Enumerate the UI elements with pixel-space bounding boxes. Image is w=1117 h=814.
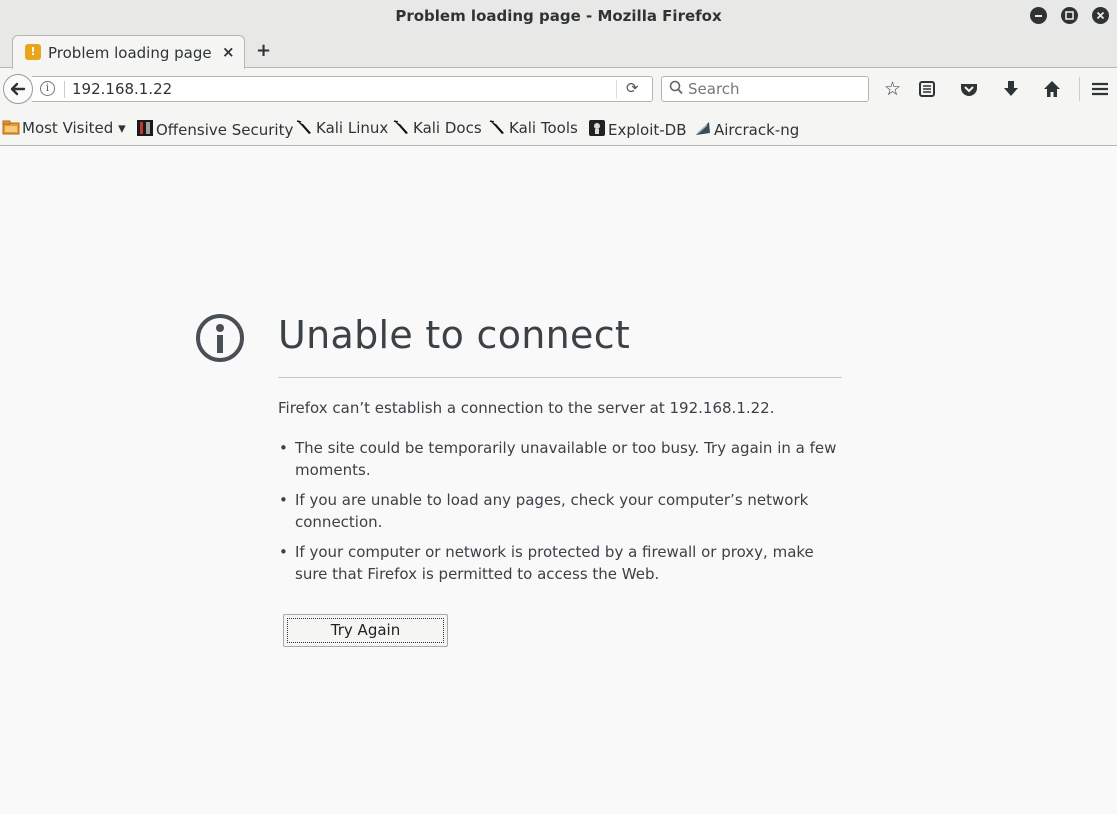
bookmark-exploit-db[interactable]: Exploit-DB bbox=[588, 119, 687, 141]
search-placeholder: Search bbox=[688, 80, 740, 98]
try-again-label: Try Again bbox=[287, 618, 444, 643]
tab-title: Problem loading page bbox=[48, 44, 212, 62]
bookmarks-toolbar: Most Visited ▾ Offensive Security Kali L… bbox=[0, 109, 1117, 146]
site-info-icon[interactable]: i bbox=[40, 81, 55, 96]
folder-icon bbox=[2, 119, 20, 139]
bookmark-star-icon[interactable]: ☆ bbox=[884, 77, 901, 101]
back-arrow-icon bbox=[10, 82, 26, 96]
window-titlebar: Problem loading page - Mozilla Firefox bbox=[0, 0, 1117, 32]
close-window-icon[interactable] bbox=[1092, 7, 1109, 24]
search-input[interactable]: Search bbox=[661, 76, 869, 102]
title-divider bbox=[278, 377, 842, 378]
kali-dragon-icon bbox=[393, 119, 411, 139]
reload-separator bbox=[616, 80, 617, 99]
kali-dragon-icon bbox=[489, 119, 507, 139]
home-icon[interactable] bbox=[1042, 77, 1062, 107]
reload-icon[interactable]: ⟳ bbox=[626, 79, 639, 97]
error-description: Firefox can’t establish a connection to … bbox=[278, 399, 775, 417]
minimize-icon[interactable] bbox=[1030, 7, 1047, 24]
url-bar[interactable]: i 192.168.1.22 ⟳ bbox=[32, 76, 653, 102]
bookmark-offensive-security[interactable]: Offensive Security bbox=[136, 119, 293, 141]
window-controls bbox=[1030, 7, 1109, 24]
url-input[interactable]: 192.168.1.22 bbox=[72, 80, 172, 98]
error-suggestions-list: The site could be temporarily unavailabl… bbox=[278, 437, 838, 593]
page-content: Unable to connect Firefox can’t establis… bbox=[0, 147, 1117, 814]
new-tab-icon[interactable]: + bbox=[256, 40, 271, 61]
exploitdb-icon bbox=[588, 119, 606, 141]
bookmark-kali-tools[interactable]: Kali Tools bbox=[489, 119, 578, 139]
maximize-icon[interactable] bbox=[1061, 7, 1078, 24]
reading-list-icon[interactable] bbox=[918, 77, 936, 107]
kali-dragon-icon bbox=[296, 119, 314, 139]
hamburger-menu-icon[interactable] bbox=[1090, 77, 1110, 107]
back-button[interactable] bbox=[3, 74, 33, 104]
offsec-icon bbox=[136, 119, 154, 141]
bookmark-kali-docs[interactable]: Kali Docs bbox=[393, 119, 482, 139]
info-icon-dot bbox=[216, 324, 224, 332]
aircrack-icon bbox=[694, 119, 712, 141]
tab-close-icon[interactable]: × bbox=[222, 43, 235, 61]
error-title: Unable to connect bbox=[278, 313, 631, 357]
list-item: The site could be temporarily unavailabl… bbox=[278, 437, 838, 481]
window-title: Problem loading page - Mozilla Firefox bbox=[395, 7, 722, 25]
warning-favicon-icon bbox=[25, 44, 41, 60]
info-icon-bar bbox=[217, 335, 223, 353]
url-separator bbox=[64, 81, 65, 98]
bookmark-aircrack-ng[interactable]: Aircrack-ng bbox=[694, 119, 799, 141]
bookmark-most-visited[interactable]: Most Visited ▾ bbox=[2, 119, 126, 139]
toolbar-separator bbox=[1079, 77, 1080, 101]
tab-problem-loading[interactable]: Problem loading page × bbox=[12, 35, 245, 69]
bookmark-kali-linux[interactable]: Kali Linux bbox=[296, 119, 388, 139]
downloads-icon[interactable] bbox=[1002, 77, 1020, 107]
info-icon bbox=[196, 314, 244, 362]
search-icon bbox=[669, 80, 683, 100]
try-again-button[interactable]: Try Again bbox=[283, 614, 448, 647]
list-item: If your computer or network is protected… bbox=[278, 541, 838, 585]
navigation-toolbar: i 192.168.1.22 ⟳ Search ☆ bbox=[0, 69, 1117, 109]
tab-strip: Problem loading page × bbox=[0, 32, 1117, 69]
list-item: If you are unable to load any pages, che… bbox=[278, 489, 838, 533]
pocket-icon[interactable] bbox=[959, 77, 979, 107]
